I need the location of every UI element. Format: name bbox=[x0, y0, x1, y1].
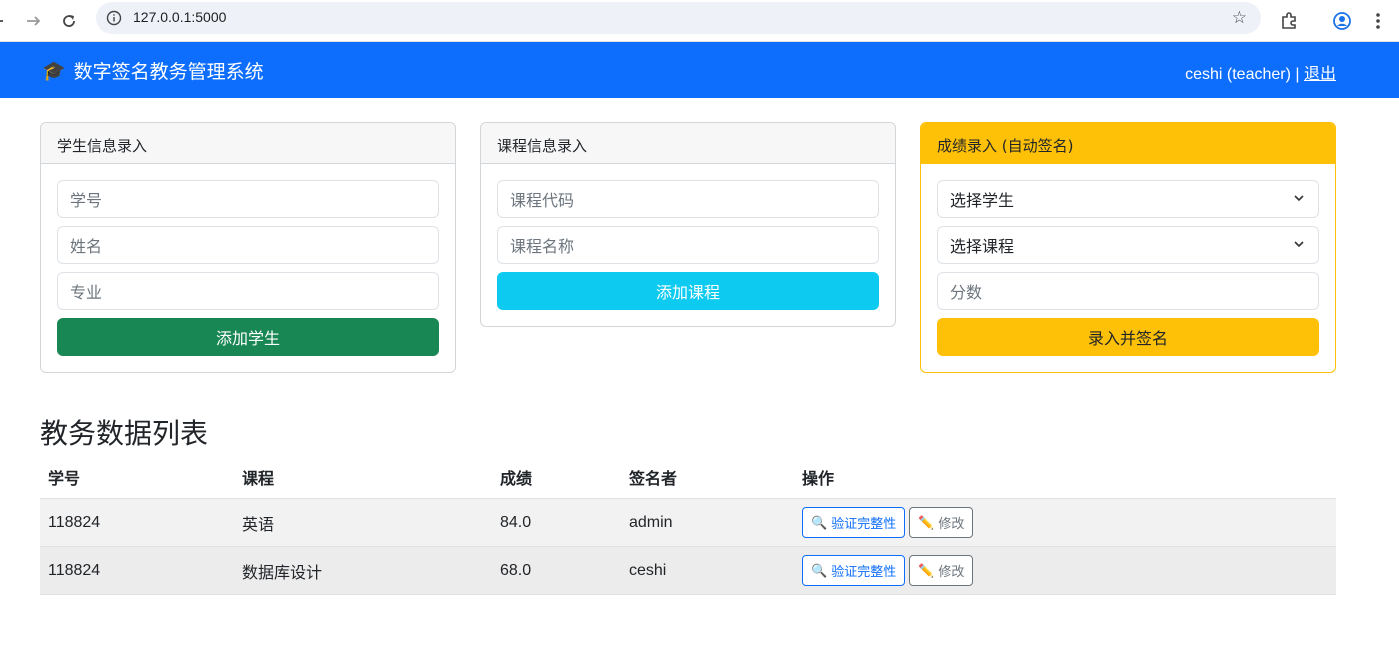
current-user: ceshi (teacher) | bbox=[1185, 66, 1304, 83]
student-id-input[interactable]: 学号 bbox=[57, 180, 439, 218]
column-header: 学号 bbox=[40, 456, 234, 499]
address-bar[interactable]: 127.0.0.1:5000 ☆ bbox=[96, 2, 1261, 34]
course-entry-card: 课程信息录入 课程代码 课程名称 添加课程 bbox=[480, 122, 896, 327]
data-list-title: 教务数据列表 bbox=[40, 417, 209, 450]
column-header: 操作 bbox=[794, 456, 1336, 499]
student-entry-card: 学生信息录入 学号 姓名 专业 添加学生 bbox=[40, 122, 456, 373]
edit-label: 修改 bbox=[938, 516, 965, 531]
chevron-down-icon bbox=[1294, 195, 1304, 202]
logout-link[interactable]: 退出 bbox=[1304, 66, 1336, 83]
forward-icon[interactable] bbox=[20, 8, 46, 34]
column-header: 签名者 bbox=[621, 456, 794, 499]
grade-entry-card: 成绩录入 (自动签名) 选择学生 选择课程 分数 录入并签名 bbox=[920, 122, 1336, 373]
chevron-down-icon bbox=[1294, 241, 1304, 248]
brand-title: 数字签名教务管理系统 bbox=[73, 61, 264, 83]
table-row: 118824 数据库设计 68.0 ceshi 🔍 验证完整性 ✏️ 修改 bbox=[40, 546, 1336, 595]
edit-button[interactable]: ✏️ 修改 bbox=[909, 507, 974, 538]
student-id-cell: 118824 bbox=[40, 546, 234, 595]
course-cell: 数据库设计 bbox=[234, 546, 492, 595]
browser-toolbar: 127.0.0.1:5000 ☆ bbox=[0, 0, 1399, 42]
user-info: ceshi (teacher) | 退出 bbox=[1185, 60, 1336, 84]
student-name-input[interactable]: 姓名 bbox=[57, 226, 439, 264]
profile-icon[interactable] bbox=[1329, 8, 1355, 34]
student-select[interactable]: 选择学生 bbox=[937, 180, 1319, 218]
score-cell: 68.0 bbox=[492, 546, 621, 595]
course-cell: 英语 bbox=[234, 498, 492, 547]
actions-cell: 🔍 验证完整性 ✏️ 修改 bbox=[794, 498, 1336, 547]
edit-button[interactable]: ✏️ 修改 bbox=[909, 555, 974, 586]
course-code-input[interactable]: 课程代码 bbox=[497, 180, 879, 218]
course-name-input[interactable]: 课程名称 bbox=[497, 226, 879, 264]
site-info-icon[interactable] bbox=[106, 10, 122, 26]
verify-label: 验证完整性 bbox=[831, 564, 897, 579]
extensions-icon[interactable] bbox=[1276, 8, 1302, 34]
actions-cell: 🔍 验证完整性 ✏️ 修改 bbox=[794, 546, 1336, 595]
reload-icon[interactable] bbox=[56, 8, 82, 34]
back-icon[interactable] bbox=[0, 8, 14, 34]
table-row: 118824 英语 84.0 admin 🔍 验证完整性 ✏️ 修改 bbox=[40, 498, 1336, 547]
magnifier-icon: 🔍 bbox=[811, 514, 828, 530]
course-card-title: 课程信息录入 bbox=[481, 123, 895, 164]
bookmark-star-icon[interactable]: ☆ bbox=[1232, 8, 1247, 28]
app-navbar: 🎓 数字签名教务管理系统 ceshi (teacher) | 退出 bbox=[0, 42, 1399, 98]
verify-integrity-button[interactable]: 🔍 验证完整性 bbox=[802, 507, 906, 538]
add-course-button[interactable]: 添加课程 bbox=[497, 272, 879, 310]
score-cell: 84.0 bbox=[492, 498, 621, 547]
student-id-cell: 118824 bbox=[40, 498, 234, 547]
student-card-title: 学生信息录入 bbox=[41, 123, 455, 164]
course-select[interactable]: 选择课程 bbox=[937, 226, 1319, 264]
signer-cell: admin bbox=[621, 498, 794, 547]
student-major-input[interactable]: 专业 bbox=[57, 272, 439, 310]
column-header: 成绩 bbox=[492, 456, 621, 499]
brand[interactable]: 🎓 数字签名教务管理系统 bbox=[42, 57, 264, 84]
pencil-icon: ✏️ bbox=[918, 562, 935, 578]
course-select-value: 选择课程 bbox=[950, 237, 1015, 256]
verify-integrity-button[interactable]: 🔍 验证完整性 bbox=[802, 555, 906, 586]
graduation-cap-icon: 🎓 bbox=[42, 60, 66, 82]
submit-and-sign-button[interactable]: 录入并签名 bbox=[937, 318, 1319, 356]
grades-table: 学号 课程 成绩 签名者 操作 118824 英语 84.0 admin 🔍 验… bbox=[40, 456, 1336, 595]
pencil-icon: ✏️ bbox=[918, 514, 935, 530]
menu-kebab-icon[interactable] bbox=[1365, 8, 1391, 34]
score-input[interactable]: 分数 bbox=[937, 272, 1319, 310]
student-select-value: 选择学生 bbox=[950, 191, 1015, 210]
grade-card-title: 成绩录入 (自动签名) bbox=[921, 123, 1335, 164]
magnifier-icon: 🔍 bbox=[811, 562, 828, 578]
signer-cell: ceshi bbox=[621, 546, 794, 595]
table-header-row: 学号 课程 成绩 签名者 操作 bbox=[40, 456, 1336, 499]
column-header: 课程 bbox=[234, 456, 492, 499]
edit-label: 修改 bbox=[938, 564, 965, 579]
add-student-button[interactable]: 添加学生 bbox=[57, 318, 439, 356]
url-text: 127.0.0.1:5000 bbox=[133, 9, 227, 25]
verify-label: 验证完整性 bbox=[831, 516, 897, 531]
